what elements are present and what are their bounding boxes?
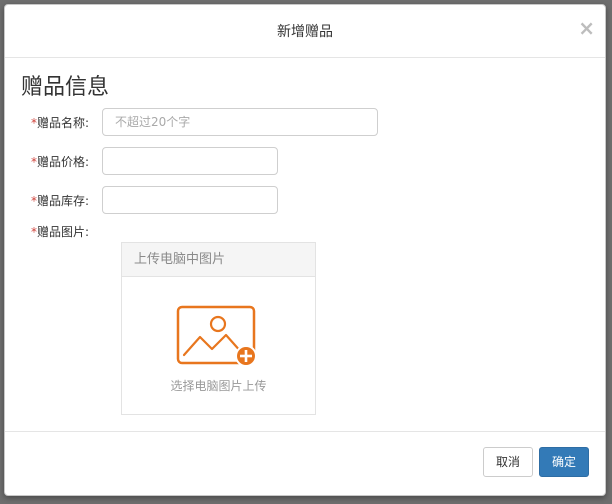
- upload-from-computer-tab[interactable]: 上传电脑中图片: [122, 243, 315, 277]
- gift-name-row: *赠品名称:: [5, 108, 605, 138]
- gift-price-label-text: 赠品价格:: [37, 155, 90, 169]
- close-icon[interactable]: ×: [578, 18, 595, 38]
- gift-name-input[interactable]: [102, 108, 378, 136]
- dialog-header: 新增赠品 ×: [5, 5, 605, 58]
- dialog-title: 新增赠品: [277, 24, 333, 40]
- gift-name-label-text: 赠品名称:: [37, 116, 90, 130]
- add-gift-dialog: 新增赠品 × 赠品信息 *赠品名称: *赠品价格: *赠品库存: *赠品图片: …: [4, 4, 606, 496]
- image-add-icon[interactable]: [176, 305, 260, 373]
- gift-price-label: *赠品价格:: [31, 147, 95, 177]
- dialog-footer: 取消 确定: [5, 431, 605, 495]
- gift-stock-label-text: 赠品库存:: [37, 194, 90, 208]
- gift-name-label: *赠品名称:: [31, 108, 95, 138]
- confirm-button[interactable]: 确定: [539, 447, 589, 477]
- image-upload-panel: 上传电脑中图片 选择电脑图片上传: [121, 242, 316, 415]
- gift-price-input[interactable]: [102, 147, 278, 175]
- gift-stock-row: *赠品库存:: [5, 186, 605, 216]
- upload-caption[interactable]: 选择电脑图片上传: [122, 377, 315, 394]
- section-title: 赠品信息: [21, 75, 110, 100]
- gift-price-row: *赠品价格:: [5, 147, 605, 177]
- gift-image-label-text: 赠品图片:: [37, 225, 90, 239]
- gift-stock-input[interactable]: [102, 186, 278, 214]
- gift-image-label: *赠品图片:: [31, 217, 95, 247]
- gift-stock-label: *赠品库存:: [31, 186, 95, 216]
- cancel-button[interactable]: 取消: [483, 447, 533, 477]
